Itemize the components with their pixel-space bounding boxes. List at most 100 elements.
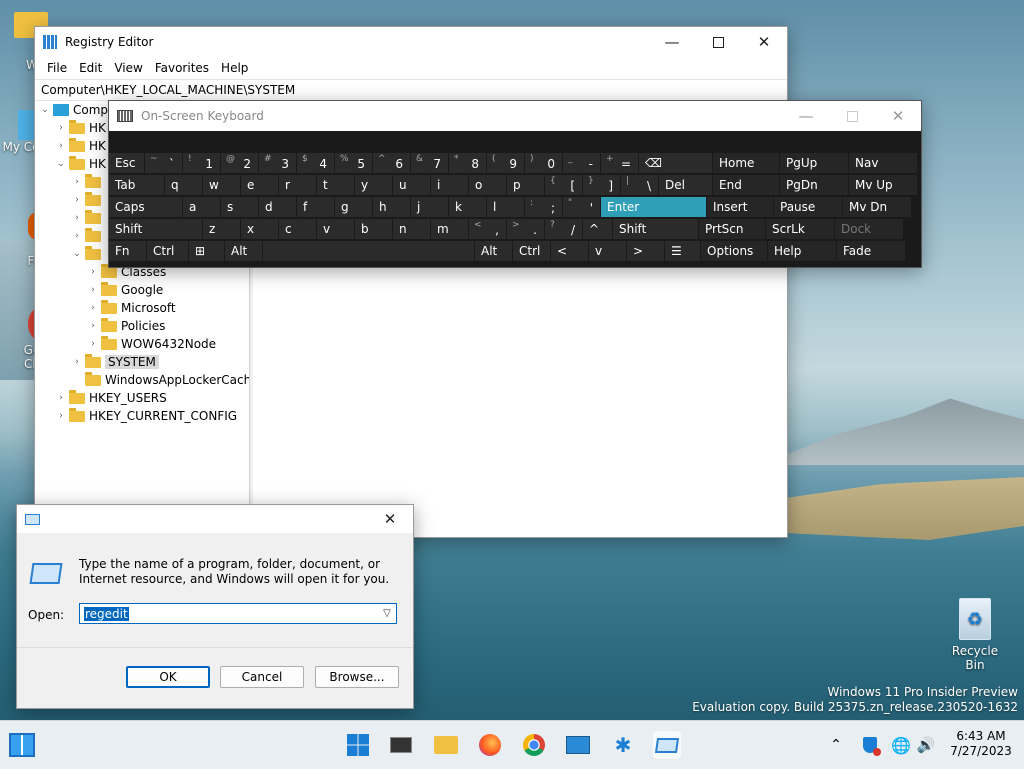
osk-key[interactable]: Help [768, 241, 837, 262]
chevron-right-icon[interactable]: › [55, 411, 67, 421]
chevron-right-icon[interactable]: › [87, 267, 99, 277]
osk-key[interactable]: Shift [109, 219, 203, 240]
osk-key[interactable]: Insert [707, 197, 774, 218]
osk-key[interactable]: ☰ [665, 241, 701, 262]
osk-key[interactable]: e [241, 175, 279, 196]
menu-help[interactable]: Help [215, 61, 254, 75]
osk-key[interactable]: End [713, 175, 780, 196]
osk-key[interactable]: b [355, 219, 393, 240]
close-button[interactable]: ✕ [875, 101, 921, 131]
osk-key[interactable]: l [487, 197, 525, 218]
osk-key[interactable]: + = [601, 153, 639, 174]
tree-node[interactable]: ⌄ HK [55, 155, 106, 173]
osk-key[interactable]: Fn [109, 241, 147, 262]
tree-node-windowsapplockercache[interactable]: WindowsAppLockerCache [71, 371, 249, 389]
tree-node[interactable]: ⌄ [71, 245, 105, 263]
chevron-down-icon[interactable]: ▽ [378, 608, 396, 619]
osk-key[interactable]: n [393, 219, 431, 240]
osk-key[interactable]: #3 [259, 153, 297, 174]
osk-key[interactable]: i [431, 175, 469, 196]
osk-key[interactable]: ⌫ [639, 153, 713, 174]
run-dialog-taskbar-button[interactable] [653, 731, 681, 759]
firefox-button[interactable] [476, 731, 504, 759]
osk-key[interactable]: d [259, 197, 297, 218]
osk-key[interactable]: y [355, 175, 393, 196]
osk-key[interactable]: @2 [221, 153, 259, 174]
open-combobox[interactable]: regedit ▽ [79, 603, 397, 624]
osk-key[interactable]: f [297, 197, 335, 218]
address-bar[interactable]: Computer\HKEY_LOCAL_MACHINE\SYSTEM [35, 79, 787, 101]
widgets-button[interactable] [8, 731, 36, 759]
osk-key[interactable]: v [317, 219, 355, 240]
osk-key[interactable]: Shift [613, 219, 699, 240]
osk-key[interactable]: Alt [475, 241, 513, 262]
osk-key[interactable]: Dock [835, 219, 904, 240]
tree-node-microsoft[interactable]: › Microsoft [87, 299, 176, 317]
maximize-button[interactable] [695, 27, 741, 57]
osk-key[interactable]: z [203, 219, 241, 240]
osk-key[interactable]: :; [525, 197, 563, 218]
chevron-right-icon[interactable]: › [87, 285, 99, 295]
close-button[interactable]: ✕ [741, 27, 787, 57]
minimize-button[interactable]: — [783, 101, 829, 131]
osk-key[interactable]: Caps [109, 197, 183, 218]
osk-key[interactable] [263, 241, 475, 262]
terminal-button[interactable] [387, 731, 415, 759]
tree-node[interactable]: › [71, 209, 105, 227]
osk-key[interactable]: | \ [621, 175, 659, 196]
osk-key[interactable]: t [317, 175, 355, 196]
osk-key[interactable]: o [469, 175, 507, 196]
osk-key[interactable]: Del [659, 175, 713, 196]
osk-key[interactable]: p [507, 175, 545, 196]
osk-key[interactable]: ) 0 [525, 153, 563, 174]
osk-key[interactable]: Options [701, 241, 768, 262]
tree-node-hkey-current-config[interactable]: › HKEY_CURRENT_CONFIG [55, 407, 237, 425]
osk-key[interactable]: q [165, 175, 203, 196]
desktop-icon-recycle-bin[interactable]: ♻ Recycle Bin [942, 598, 1008, 672]
chevron-down-icon[interactable]: ⌄ [39, 105, 51, 115]
osk-key[interactable]: r [279, 175, 317, 196]
osk-key[interactable]: a [183, 197, 221, 218]
osk-key[interactable]: u [393, 175, 431, 196]
osk-key[interactable]: Home [713, 153, 780, 174]
osk-key[interactable]: ^ 6 [373, 153, 411, 174]
osk-key[interactable]: _ - [563, 153, 601, 174]
osk-key[interactable]: <, [469, 219, 507, 240]
osk-key[interactable]: ^ [583, 219, 613, 240]
osk-key[interactable]: (9 [487, 153, 525, 174]
on-screen-keyboard-window[interactable]: On-Screen Keyboard — ✕ Esc ~ `! 1 @2 #3 $4% 5 ^ 6… [108, 100, 922, 268]
osk-key[interactable]: ~ ` [145, 153, 183, 174]
osk-key[interactable]: ! 1 [183, 153, 221, 174]
chrome-button[interactable] [520, 731, 548, 759]
run-dialog[interactable]: ✕ Type the name of a program, folder, do… [16, 504, 414, 709]
chevron-right-icon[interactable]: › [87, 303, 99, 313]
open-input-value[interactable]: regedit [84, 606, 129, 621]
chevron-right-icon[interactable]: › [87, 339, 99, 349]
tree-node-google[interactable]: › Google [87, 281, 163, 299]
osk-key[interactable]: ScrLk [766, 219, 835, 240]
osk-key[interactable]: Tab [109, 175, 165, 196]
osk-key[interactable]: ⊞ [189, 241, 225, 262]
chevron-right-icon[interactable]: › [71, 195, 83, 205]
menu-file[interactable]: File [41, 61, 73, 75]
osk-key[interactable]: Mv Up [849, 175, 918, 196]
tree-node[interactable]: › HK [55, 119, 106, 137]
osk-key[interactable]: {[ [545, 175, 583, 196]
osk-key[interactable]: " ' [563, 197, 601, 218]
chevron-down-icon[interactable]: ⌄ [55, 159, 67, 169]
osk-key[interactable]: Enter [601, 197, 707, 218]
menu-edit[interactable]: Edit [73, 61, 108, 75]
chevron-down-icon[interactable]: ⌄ [71, 249, 83, 259]
start-button[interactable] [344, 731, 372, 759]
osk-key[interactable]: Fade [837, 241, 906, 262]
osk-key[interactable]: k [449, 197, 487, 218]
osk-key[interactable]: PgUp [780, 153, 849, 174]
tree-node-policies[interactable]: › Policies [87, 317, 165, 335]
osk-key[interactable]: s [221, 197, 259, 218]
osk-key[interactable]: % 5 [335, 153, 373, 174]
menu-favorites[interactable]: Favorites [149, 61, 215, 75]
osk-key[interactable]: j [411, 197, 449, 218]
regedit-titlebar[interactable]: Registry Editor — ✕ [35, 27, 787, 57]
tree-node-system[interactable]: › SYSTEM [71, 353, 159, 371]
chevron-right-icon[interactable]: › [71, 231, 83, 241]
